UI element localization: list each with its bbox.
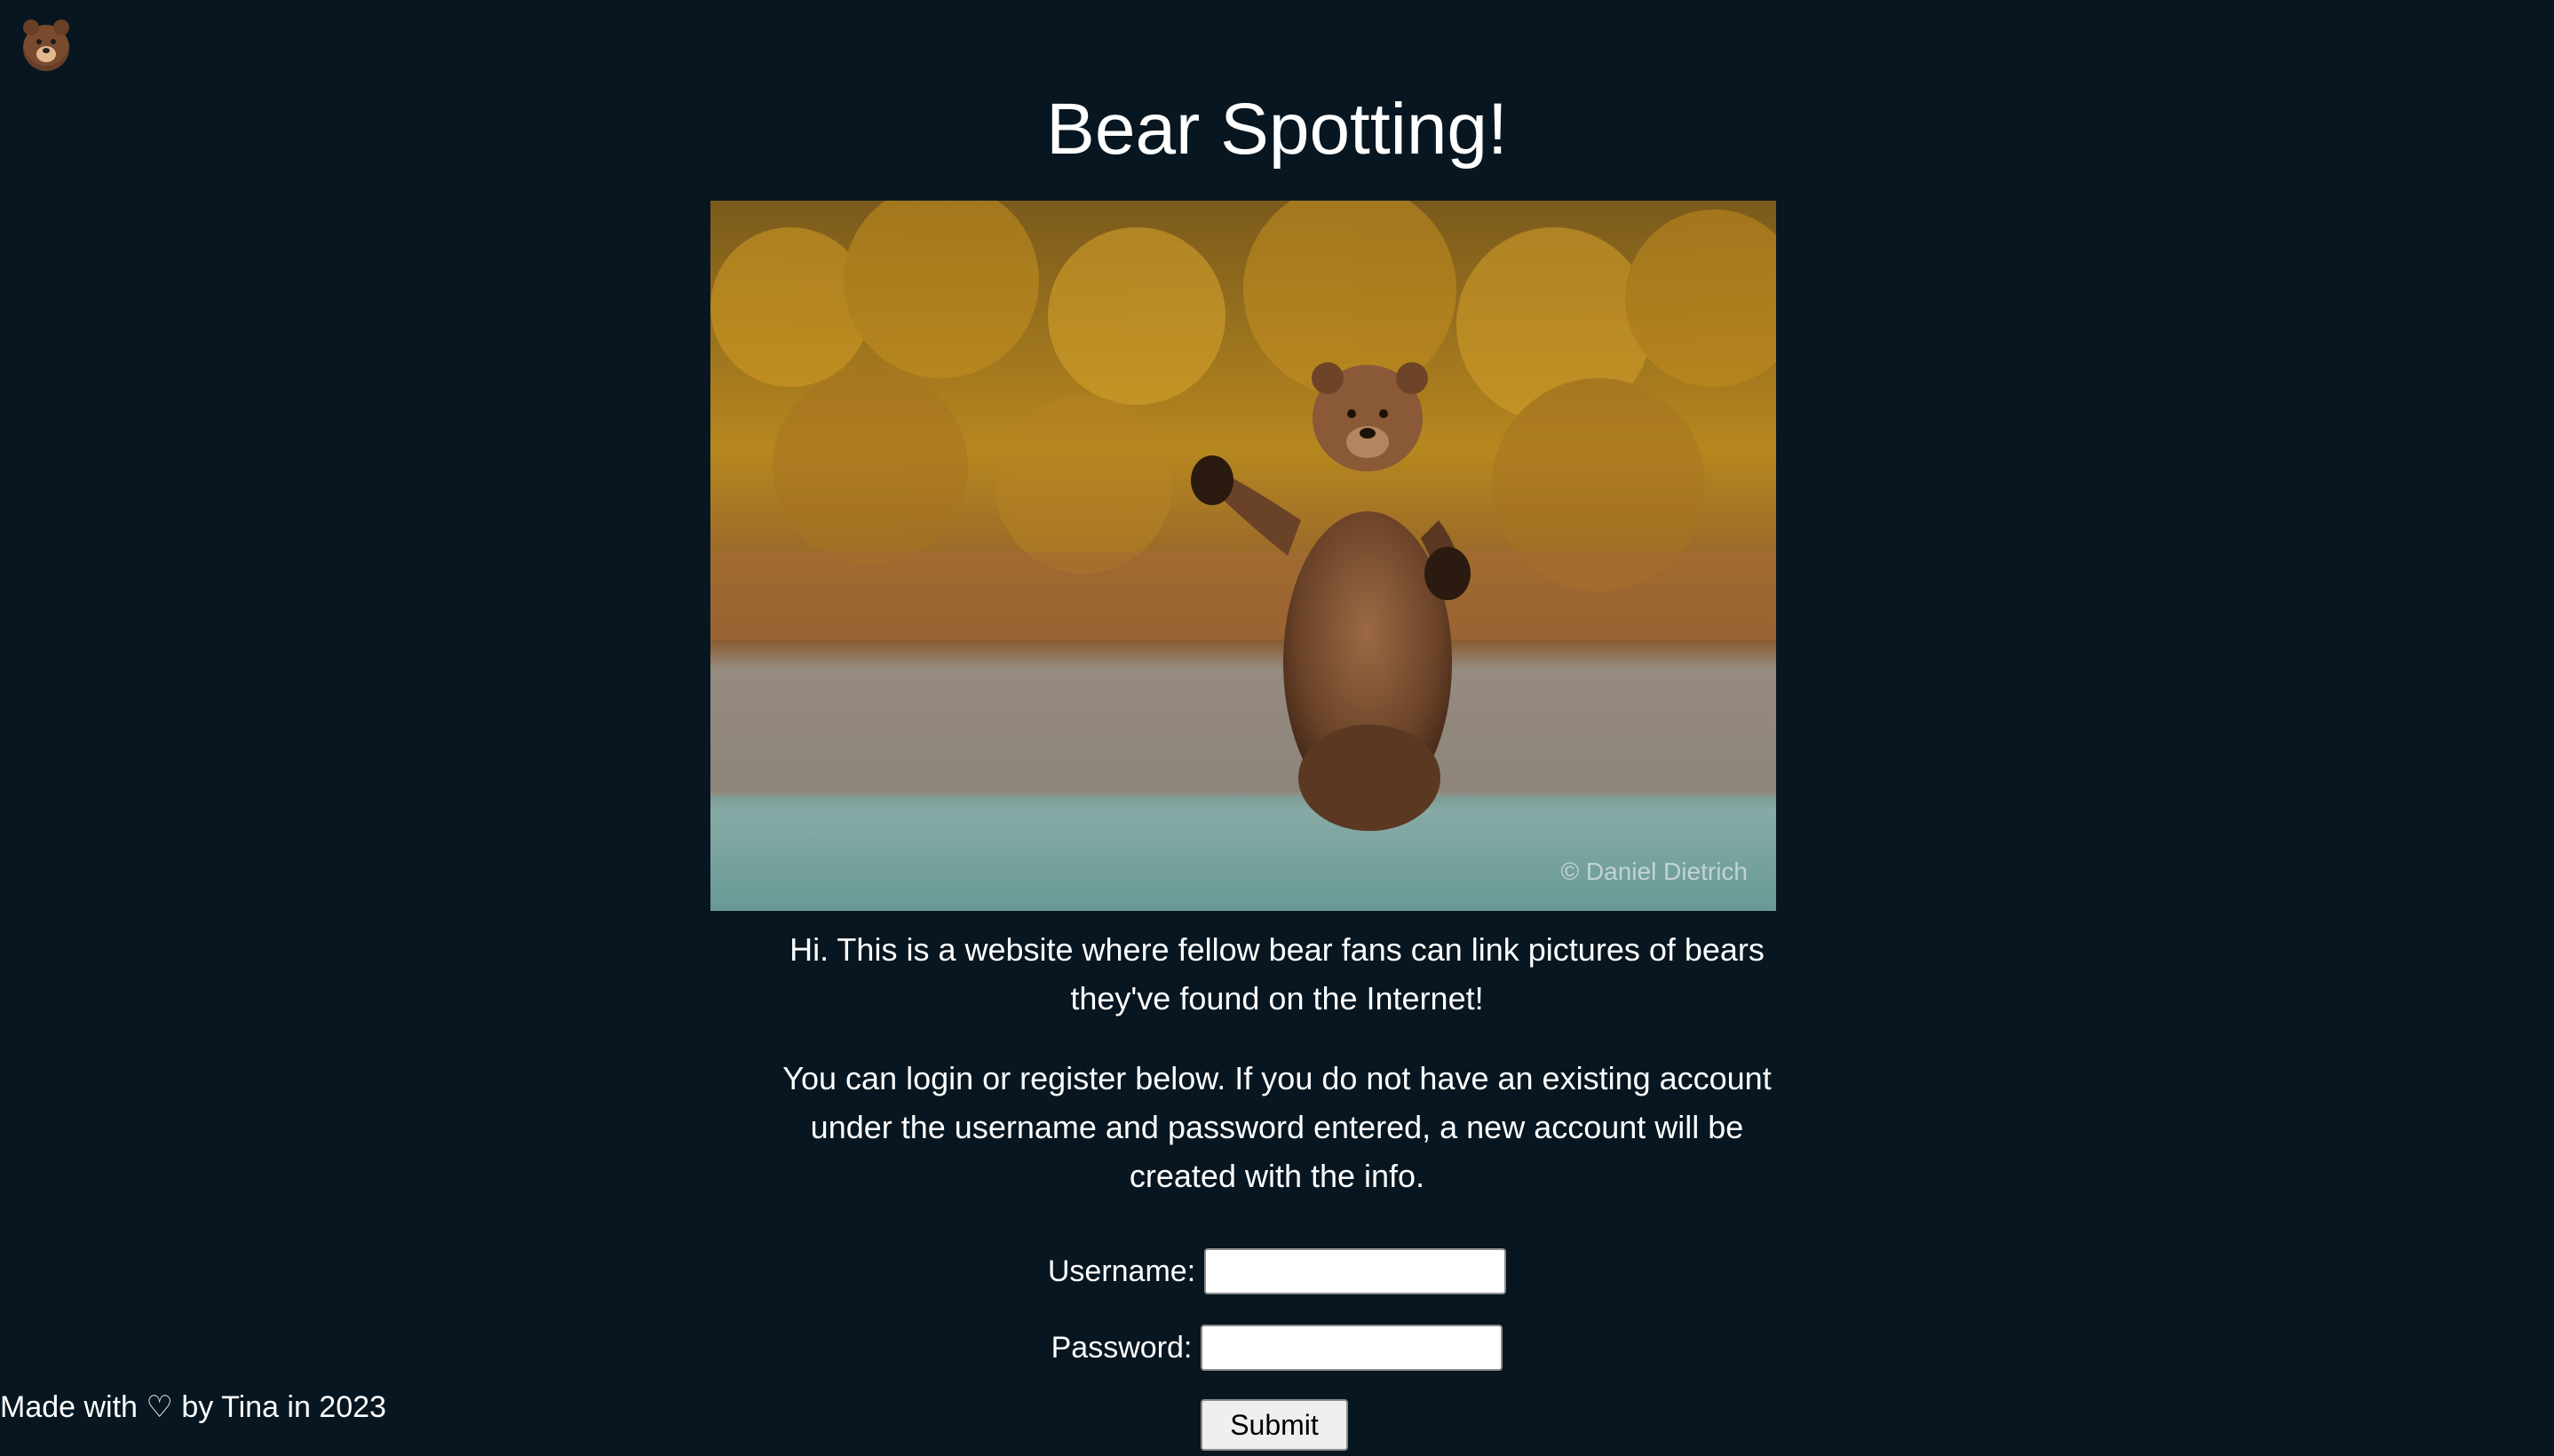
bear-face-icon	[23, 20, 69, 71]
intro-paragraph: Hi. This is a website where fellow bear …	[789, 931, 1765, 1017]
password-input[interactable]	[1201, 1325, 1503, 1371]
footer-text: Made with ♡ by Tina in 2023	[0, 1390, 386, 1424]
photo-credit: © Daniel Dietrich	[1560, 858, 1748, 885]
page: Bear Spotting! © Daniel Dietrich Hi. Thi…	[0, 0, 2554, 1456]
username-input[interactable]	[1204, 1248, 1507, 1294]
hero-image: © Daniel Dietrich	[710, 201, 1776, 911]
username-label: Username:	[1047, 1254, 1196, 1288]
page-title: Bear Spotting!	[1046, 89, 1508, 170]
login-instructions: You can login or register below. If you …	[782, 1060, 1772, 1194]
username-row: Username:	[0, 1245, 2554, 1298]
password-row: Password:	[0, 1321, 2554, 1374]
password-label: Password:	[1051, 1330, 1193, 1365]
submit-button[interactable]: Submit	[1201, 1399, 1348, 1451]
